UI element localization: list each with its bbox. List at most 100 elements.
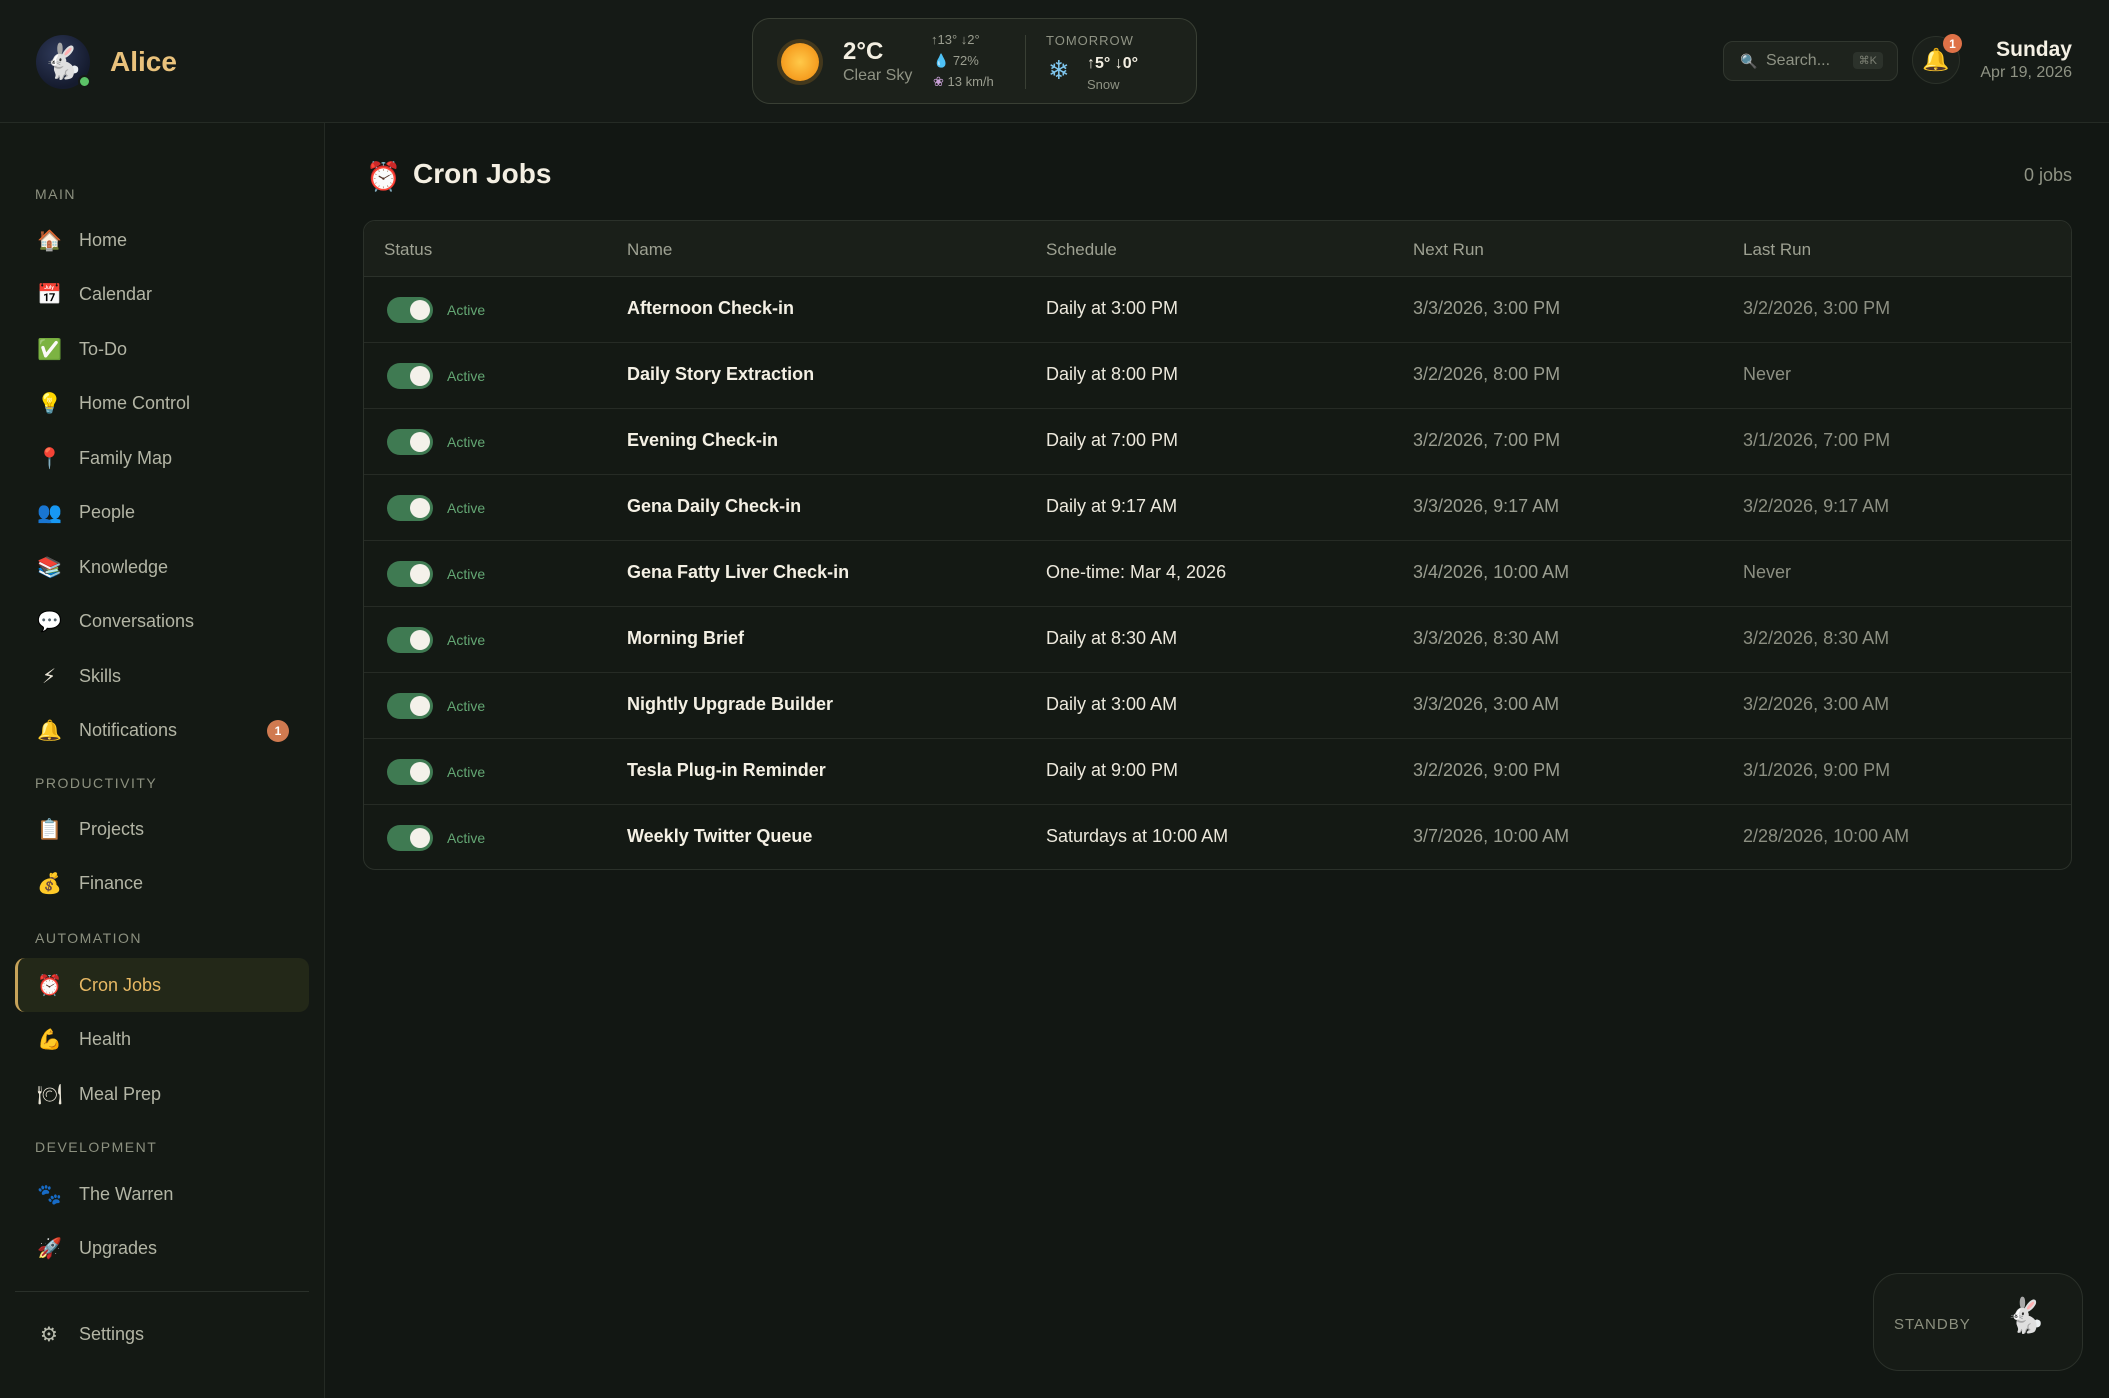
sidebar-item-notifications[interactable]: 🔔 Notifications 1 bbox=[15, 703, 309, 757]
job-last-run: 3/2/2026, 9:17 AM bbox=[1743, 496, 1890, 516]
status-cell: Active bbox=[387, 297, 485, 323]
enable-toggle[interactable] bbox=[387, 825, 433, 851]
sidebar-item-family-map[interactable]: 📍 Family Map bbox=[15, 431, 309, 485]
status-text: Active bbox=[447, 500, 486, 516]
table-row[interactable]: Active Evening Check-in Daily at 7:00 PM… bbox=[364, 409, 2071, 475]
enable-toggle[interactable] bbox=[387, 561, 433, 587]
sidebar-item-label: Projects bbox=[79, 818, 145, 839]
job-count: 0 jobs bbox=[2023, 165, 2072, 185]
job-schedule: Saturdays at 10:00 AM bbox=[1046, 826, 1229, 846]
header-status[interactable]: Status bbox=[384, 240, 432, 260]
weather-wind: ❀ 13 km/h bbox=[933, 74, 994, 90]
sidebar-item-upgrades[interactable]: 🚀 Upgrades bbox=[15, 1221, 309, 1275]
header-name[interactable]: Name bbox=[627, 240, 672, 260]
job-last-run: 3/2/2026, 8:30 AM bbox=[1743, 628, 1890, 648]
toggle-knob bbox=[410, 366, 430, 386]
sidebar-item-label: Finance bbox=[79, 872, 144, 893]
job-name: Daily Story Extraction bbox=[627, 364, 815, 384]
sidebar-item-knowledge[interactable]: 📚 Knowledge bbox=[15, 540, 309, 594]
notification-count-badge: 1 bbox=[1943, 34, 1962, 53]
enable-toggle[interactable] bbox=[387, 495, 433, 521]
search-icon: 🔍 bbox=[1740, 52, 1758, 69]
enable-toggle[interactable] bbox=[387, 297, 433, 323]
sidebar-item-health[interactable]: 💪 Health bbox=[15, 1012, 309, 1066]
notifications-button[interactable]: 🔔 1 bbox=[1912, 34, 1962, 84]
brand[interactable]: 🐇 Alice bbox=[36, 35, 177, 89]
sidebar-item-home-control[interactable]: 💡 Home Control bbox=[15, 376, 309, 430]
table-row[interactable]: Active Nightly Upgrade Builder Daily at … bbox=[364, 673, 2071, 739]
clipboard-icon: 📋 bbox=[37, 818, 62, 841]
job-name: Evening Check-in bbox=[627, 430, 779, 450]
sidebar-item-meal-prep[interactable]: 🍽 Meal Prep bbox=[15, 1067, 309, 1121]
table-row[interactable]: Active Tesla Plug-in Reminder Daily at 9… bbox=[364, 739, 2071, 805]
table-row[interactable]: Active Morning Brief Daily at 8:30 AM 3/… bbox=[364, 607, 2071, 673]
job-last-run: 2/28/2026, 10:00 AM bbox=[1743, 826, 1910, 846]
tomorrow-condition: Snow bbox=[1087, 77, 1120, 92]
job-name: Afternoon Check-in bbox=[627, 298, 795, 318]
sidebar-item-label: Upgrades bbox=[79, 1237, 158, 1258]
books-icon: 📚 bbox=[37, 556, 62, 579]
status-text: Active bbox=[447, 830, 486, 846]
enable-toggle[interactable] bbox=[387, 429, 433, 455]
enable-toggle[interactable] bbox=[387, 693, 433, 719]
main-content: ⏰ Cron Jobs 0 jobs Status Name Schedule … bbox=[326, 124, 2109, 1398]
header-last-run[interactable]: Last Run bbox=[1743, 240, 1811, 260]
sun-icon bbox=[781, 43, 819, 81]
sidebar-item-settings[interactable]: ⚙ Settings bbox=[15, 1307, 309, 1361]
job-next-run: 3/7/2026, 10:00 AM bbox=[1413, 826, 1570, 846]
enable-toggle[interactable] bbox=[387, 759, 433, 785]
job-next-run: 3/3/2026, 3:00 AM bbox=[1413, 694, 1560, 714]
table-row[interactable]: Active Afternoon Check-in Daily at 3:00 … bbox=[364, 277, 2071, 343]
weather-condition: Clear Sky bbox=[843, 67, 913, 84]
sidebar-item-projects[interactable]: 📋 Projects bbox=[15, 802, 309, 856]
sidebar-item-people[interactable]: 👥 People bbox=[15, 485, 309, 539]
table-row[interactable]: Active Gena Daily Check-in Daily at 9:17… bbox=[364, 475, 2071, 541]
standby-button[interactable]: STANDBY 🐇 bbox=[1873, 1273, 2083, 1371]
sidebar-divider bbox=[15, 1291, 309, 1292]
search-input[interactable]: 🔍 Search... ⌘K bbox=[1723, 41, 1898, 81]
job-last-run: Never bbox=[1743, 562, 1792, 582]
paw-icon: 🐾 bbox=[37, 1183, 62, 1206]
page-title: Cron Jobs bbox=[413, 158, 552, 189]
job-schedule: Daily at 3:00 AM bbox=[1046, 694, 1178, 714]
notifications-badge: 1 bbox=[267, 720, 289, 742]
bell-icon: 🔔 bbox=[37, 719, 62, 742]
job-next-run: 3/2/2026, 7:00 PM bbox=[1413, 430, 1561, 450]
header-schedule[interactable]: Schedule bbox=[1046, 240, 1117, 260]
weather-widget[interactable]: 2°C Clear Sky ↑13° ↓2° 💧 72% ❀ 13 km/h T… bbox=[752, 18, 1197, 104]
sidebar-item-skills[interactable]: ⚡ Skills bbox=[15, 649, 309, 703]
job-schedule: One-time: Mar 4, 2026 bbox=[1046, 562, 1227, 582]
sidebar-item-finance[interactable]: 💰 Finance bbox=[15, 856, 309, 910]
job-next-run: 3/3/2026, 8:30 AM bbox=[1413, 628, 1560, 648]
table-row[interactable]: Active Gena Fatty Liver Check-in One-tim… bbox=[364, 541, 2071, 607]
calendar-icon: 📅 bbox=[37, 283, 62, 306]
sidebar-item-the-warren[interactable]: 🐾 The Warren bbox=[15, 1167, 309, 1221]
sidebar-item-label: Home Control bbox=[79, 392, 191, 413]
toggle-knob bbox=[410, 762, 430, 782]
status-text: Active bbox=[447, 764, 486, 780]
job-schedule: Daily at 8:00 PM bbox=[1046, 364, 1179, 384]
job-last-run: 3/1/2026, 7:00 PM bbox=[1743, 430, 1891, 450]
enable-toggle[interactable] bbox=[387, 363, 433, 389]
status-cell: Active bbox=[387, 363, 485, 389]
status-text: Active bbox=[447, 434, 486, 450]
sidebar-item-label: Skills bbox=[79, 665, 122, 686]
date-day: Sunday bbox=[1996, 38, 2072, 61]
table-row[interactable]: Active Daily Story Extraction Daily at 8… bbox=[364, 343, 2071, 409]
status-text: Active bbox=[447, 368, 486, 384]
job-last-run: 3/1/2026, 9:00 PM bbox=[1743, 760, 1891, 780]
sidebar-item-label: People bbox=[79, 501, 136, 522]
sidebar-item-conversations[interactable]: 💬 Conversations bbox=[15, 594, 309, 648]
job-last-run: 3/2/2026, 3:00 PM bbox=[1743, 298, 1891, 318]
header-next-run[interactable]: Next Run bbox=[1413, 240, 1484, 260]
enable-toggle[interactable] bbox=[387, 627, 433, 653]
status-cell: Active bbox=[387, 495, 485, 521]
table-row[interactable]: Active Weekly Twitter Queue Saturdays at… bbox=[364, 805, 2071, 869]
sidebar-item-cron-jobs[interactable]: ⏰ Cron Jobs bbox=[15, 958, 309, 1012]
sidebar-item-calendar[interactable]: 📅 Calendar bbox=[15, 267, 309, 321]
weather-divider bbox=[1025, 35, 1026, 89]
sidebar-item-todo[interactable]: ✅ To-Do bbox=[15, 322, 309, 376]
people-icon: 👥 bbox=[37, 501, 62, 524]
section-label-main: MAIN bbox=[35, 186, 76, 202]
sidebar-item-home[interactable]: 🏠 Home bbox=[15, 213, 309, 267]
